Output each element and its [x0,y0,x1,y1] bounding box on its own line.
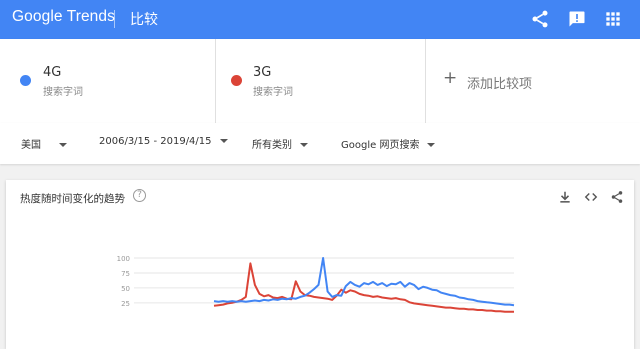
y-tick-label: 75 [121,270,130,278]
share-icon[interactable] [610,190,624,204]
term-card-3g[interactable]: 3G 搜索字词 [216,39,425,123]
term-color-dot [231,75,242,86]
term-type: 搜索字词 [253,87,293,98]
region-dropdown[interactable]: 美国 [21,136,67,151]
apps-icon[interactable] [603,9,623,29]
term-type: 搜索字词 [43,87,83,98]
y-tick-label: 25 [121,300,130,308]
feedback-icon[interactable] [567,9,587,29]
term-name: 4G [43,65,62,80]
filters-bar: 美国 2006/3/15 - 2019/4/15 所有类别 Google 网页搜… [0,123,640,164]
date-range-value: 2006/3/15 - 2019/4/15 [99,136,212,147]
term-divider [425,39,426,123]
search-type-value: Google 网页搜索 [341,140,420,151]
region-value: 美国 [21,140,41,151]
term-card-4g[interactable]: 4G 搜索字词 [0,39,215,123]
y-tick-label: 50 [121,285,130,293]
compare-panel: 4G 搜索字词 3G 搜索字词 + 添加比较项 [0,39,640,123]
download-icon[interactable] [558,190,572,204]
trend-line-chart: 100 75 50 25 [117,255,515,313]
interest-over-time-card: 热度随时间变化的趋势 ? 100 75 50 25 [6,180,634,349]
category-value: 所有类别 [252,140,292,151]
google-trends-logo[interactable]: Google Trends [12,8,115,26]
search-type-dropdown[interactable]: Google 网页搜索 [341,136,436,151]
chevron-down-icon [219,139,228,143]
chevron-down-icon [427,143,436,147]
chevron-down-icon [59,143,67,147]
category-dropdown[interactable]: 所有类别 [252,136,308,151]
add-comparison-label: 添加比较项 [467,77,533,92]
embed-icon[interactable] [584,190,598,204]
share-icon[interactable] [530,9,550,29]
header-divider [114,10,115,28]
chevron-down-icon [300,143,308,147]
plus-icon: + [443,68,458,88]
help-icon[interactable]: ? [133,189,146,202]
card-title: 热度随时间变化的趋势 [20,193,125,205]
term-color-dot [20,75,31,86]
top-app-bar: Google Trends 比较 [0,0,640,39]
series-line-4g[interactable] [213,257,515,307]
page-title: 比较 [130,12,158,28]
term-name: 3G [253,65,272,80]
y-tick-label: 100 [117,255,130,263]
date-range-dropdown[interactable]: 2006/3/15 - 2019/4/15 [99,136,228,147]
